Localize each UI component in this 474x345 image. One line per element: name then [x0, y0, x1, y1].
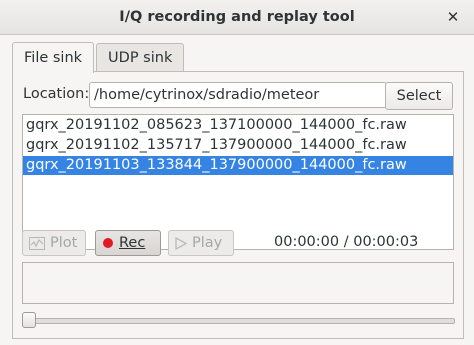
tab-file-sink[interactable]: File sink [12, 42, 95, 73]
play-label: Play [192, 235, 223, 251]
rec-button[interactable]: Rec [95, 230, 161, 256]
playback-slider-track[interactable] [22, 318, 455, 324]
file-list-item-selected[interactable]: gqrx_20191103_133844_137900000_144000_fc… [23, 156, 453, 175]
tab-udp-sink[interactable]: UDP sink [96, 43, 185, 72]
file-list-item[interactable]: gqrx_20191102_085623_137100000_144000_fc… [23, 116, 453, 135]
plot-button[interactable]: Plot [22, 230, 86, 256]
plot-icon [29, 236, 45, 250]
window-title: I/Q recording and replay tool [119, 9, 355, 25]
tab-bar: File sink UDP sink [12, 42, 186, 73]
file-list[interactable]: gqrx_20191102_085623_137100000_144000_fc… [22, 114, 454, 250]
close-icon: ✕ [446, 8, 460, 26]
play-icon [175, 236, 187, 250]
location-input[interactable] [89, 82, 387, 108]
playback-slider-handle[interactable] [22, 312, 36, 328]
location-label: Location: [23, 86, 90, 102]
title-bar: I/Q recording and replay tool ✕ [0, 0, 474, 35]
select-button[interactable]: Select [385, 82, 453, 110]
close-button[interactable]: ✕ [441, 5, 465, 29]
rec-label: Rec [119, 235, 146, 251]
play-button[interactable]: Play [168, 230, 234, 256]
plot-label: Plot [50, 235, 78, 251]
status-area [22, 262, 454, 304]
file-list-item[interactable]: gqrx_20191102_135717_137900000_144000_fc… [23, 136, 453, 155]
file-sink-panel: Location: Select gqrx_20191102_085623_13… [12, 71, 464, 339]
time-display: 00:00:00 / 00:00:03 [274, 234, 419, 250]
record-icon [102, 237, 114, 249]
